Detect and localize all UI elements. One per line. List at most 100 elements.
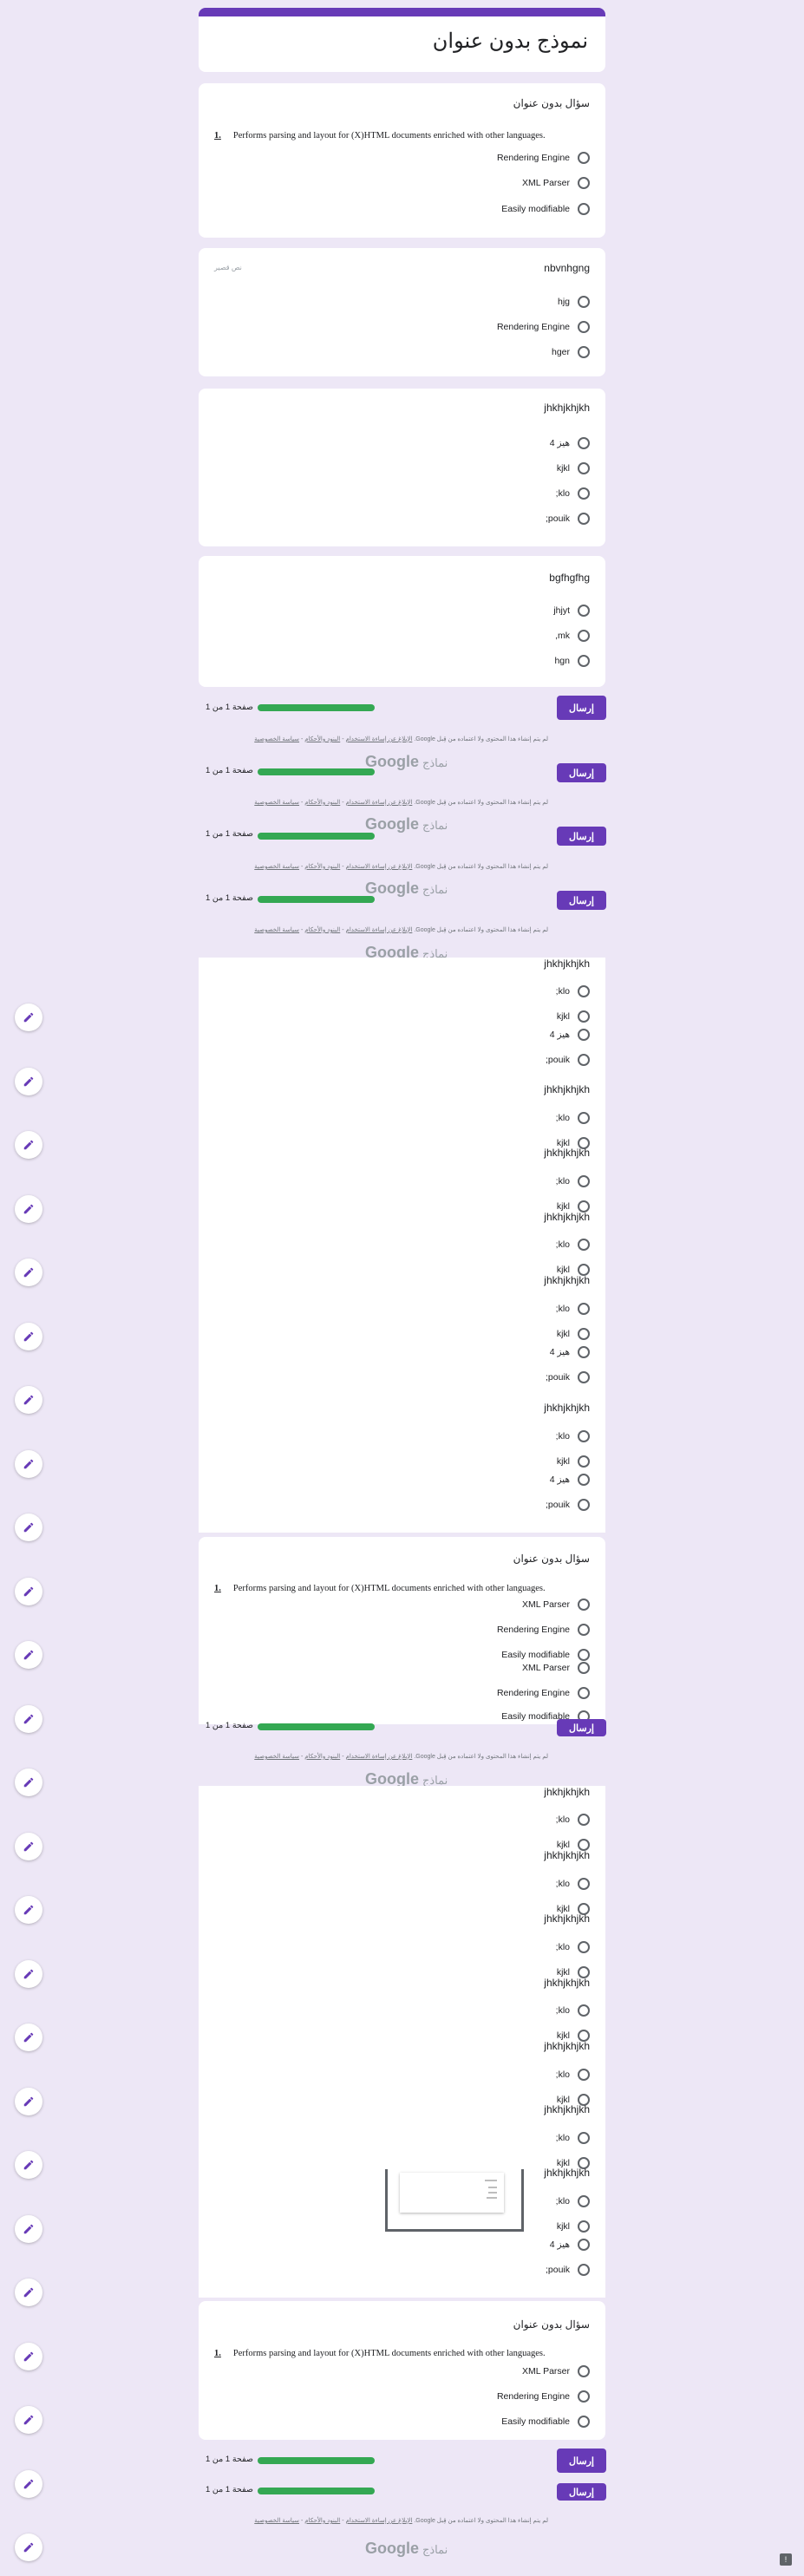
option[interactable]: klo; bbox=[556, 1301, 590, 1317]
option[interactable]: pouik; bbox=[546, 2262, 590, 2278]
edit-pencil-button[interactable] bbox=[15, 2279, 42, 2306]
option[interactable]: mk, bbox=[555, 628, 590, 644]
report-abuse-link[interactable]: الإبلاغ عن إساءة الاستخدام bbox=[345, 2518, 412, 2524]
privacy-link[interactable]: سياسة الخصوصية bbox=[254, 927, 299, 933]
report-abuse-link[interactable]: الإبلاغ عن إساءة الاستخدام bbox=[345, 864, 412, 870]
radio-button[interactable] bbox=[578, 2365, 590, 2377]
radio-button[interactable] bbox=[578, 346, 590, 358]
radio-button[interactable] bbox=[578, 1112, 590, 1124]
radio-button[interactable] bbox=[578, 605, 590, 617]
radio-button[interactable] bbox=[578, 437, 590, 449]
option[interactable]: هيز 4 bbox=[550, 1472, 590, 1487]
edit-pencil-button[interactable] bbox=[15, 2214, 42, 2243]
option[interactable]: klo; bbox=[556, 1812, 590, 1827]
option[interactable]: هيز 4 bbox=[550, 1027, 590, 1043]
report-icon[interactable]: ! bbox=[780, 2553, 792, 2566]
submit-button[interactable]: إرسال bbox=[557, 1719, 606, 1736]
option[interactable]: klo; bbox=[556, 2130, 590, 2146]
option[interactable]: Rendering Engine bbox=[497, 2389, 590, 2404]
edit-pencil-button[interactable] bbox=[15, 1449, 42, 1478]
privacy-link[interactable]: سياسة الخصوصية bbox=[254, 736, 299, 742]
edit-pencil-button[interactable] bbox=[15, 2342, 42, 2370]
edit-pencil-button[interactable] bbox=[15, 2534, 42, 2561]
report-abuse-link[interactable]: الإبلاغ عن إساءة الاستخدام bbox=[345, 800, 412, 806]
radio-button[interactable] bbox=[578, 513, 590, 525]
radio-button[interactable] bbox=[578, 2264, 590, 2276]
option[interactable]: klo; bbox=[556, 486, 590, 501]
radio-button[interactable] bbox=[578, 1878, 590, 1890]
option[interactable]: Easily modifiable bbox=[501, 2414, 590, 2429]
radio-button[interactable] bbox=[578, 630, 590, 642]
radio-button[interactable] bbox=[578, 1175, 590, 1187]
radio-button[interactable] bbox=[578, 1599, 590, 1611]
radio-button[interactable] bbox=[578, 1624, 590, 1636]
radio-button[interactable] bbox=[578, 2220, 590, 2233]
edit-pencil-button[interactable] bbox=[15, 1577, 42, 1605]
terms-link[interactable]: البنود والأحكام bbox=[304, 1754, 340, 1760]
radio-button[interactable] bbox=[578, 462, 590, 474]
option[interactable]: hgn bbox=[554, 653, 590, 669]
radio-button[interactable] bbox=[578, 1455, 590, 1468]
option[interactable]: klo; bbox=[556, 1876, 590, 1892]
radio-button[interactable] bbox=[578, 1346, 590, 1358]
privacy-link[interactable]: سياسة الخصوصية bbox=[254, 1754, 299, 1760]
option[interactable]: kjkl bbox=[557, 1454, 590, 1469]
submit-button[interactable]: إرسال bbox=[557, 891, 606, 910]
edit-pencil-button[interactable] bbox=[15, 1832, 42, 1860]
radio-button[interactable] bbox=[578, 1029, 590, 1041]
radio-button[interactable] bbox=[578, 2390, 590, 2403]
radio-button[interactable] bbox=[578, 296, 590, 308]
submit-button[interactable]: إرسال bbox=[557, 2449, 606, 2473]
option[interactable]: hjg bbox=[558, 294, 590, 310]
edit-pencil-button[interactable] bbox=[15, 1004, 42, 1031]
edit-pencil-button[interactable] bbox=[15, 2087, 42, 2115]
submit-button[interactable]: إرسال bbox=[557, 2483, 606, 2501]
terms-link[interactable]: البنود والأحكام bbox=[304, 736, 340, 742]
option[interactable]: هيز 4 bbox=[550, 2237, 590, 2252]
edit-pencil-button[interactable] bbox=[15, 2024, 42, 2051]
radio-button[interactable] bbox=[578, 1687, 590, 1699]
option[interactable]: هيز 4 bbox=[550, 435, 590, 451]
edit-pencil-button[interactable] bbox=[15, 2151, 42, 2179]
terms-link[interactable]: البنود والأحكام bbox=[304, 864, 340, 870]
radio-button[interactable] bbox=[578, 985, 590, 997]
radio-button[interactable] bbox=[578, 1328, 590, 1340]
option[interactable]: klo; bbox=[556, 1429, 590, 1444]
edit-pencil-button[interactable] bbox=[15, 1386, 42, 1414]
edit-pencil-button[interactable] bbox=[15, 2406, 42, 2434]
radio-button[interactable] bbox=[578, 655, 590, 667]
option[interactable]: Rendering Engine bbox=[497, 1685, 590, 1701]
edit-pencil-button[interactable] bbox=[15, 1194, 42, 1223]
radio-button[interactable] bbox=[578, 203, 590, 215]
option[interactable]: pouik; bbox=[546, 1370, 590, 1385]
radio-button[interactable] bbox=[578, 1303, 590, 1315]
option[interactable]: pouik; bbox=[546, 1052, 590, 1068]
option[interactable]: XML Parser bbox=[522, 175, 590, 191]
edit-pencil-button[interactable] bbox=[15, 1067, 42, 1095]
option[interactable]: jhjyt bbox=[553, 603, 590, 618]
submit-button[interactable]: إرسال bbox=[557, 827, 606, 846]
radio-button[interactable] bbox=[578, 1371, 590, 1383]
edit-pencil-button[interactable] bbox=[15, 1259, 42, 1286]
radio-button[interactable] bbox=[578, 2004, 590, 2017]
option[interactable]: hger bbox=[552, 344, 590, 360]
option[interactable]: klo; bbox=[556, 1110, 590, 1126]
radio-button[interactable] bbox=[578, 1474, 590, 1486]
option[interactable]: klo; bbox=[556, 1237, 590, 1252]
option[interactable]: klo; bbox=[556, 1939, 590, 1955]
option[interactable]: XML Parser bbox=[522, 1597, 590, 1612]
report-abuse-link[interactable]: الإبلاغ عن إساءة الاستخدام bbox=[345, 736, 412, 742]
terms-link[interactable]: البنود والأحكام bbox=[304, 927, 340, 933]
submit-button[interactable]: إرسال bbox=[557, 763, 606, 782]
radio-button[interactable] bbox=[578, 1814, 590, 1826]
radio-button[interactable] bbox=[578, 321, 590, 333]
radio-button[interactable] bbox=[578, 1499, 590, 1511]
edit-pencil-button[interactable] bbox=[15, 1322, 42, 1350]
option[interactable]: XML Parser bbox=[522, 1660, 590, 1676]
radio-button[interactable] bbox=[578, 1054, 590, 1066]
option[interactable]: هيز 4 bbox=[550, 1344, 590, 1360]
radio-button[interactable] bbox=[578, 1010, 590, 1023]
terms-link[interactable]: البنود والأحكام bbox=[304, 800, 340, 806]
radio-button[interactable] bbox=[578, 1941, 590, 1953]
privacy-link[interactable]: سياسة الخصوصية bbox=[254, 800, 299, 806]
